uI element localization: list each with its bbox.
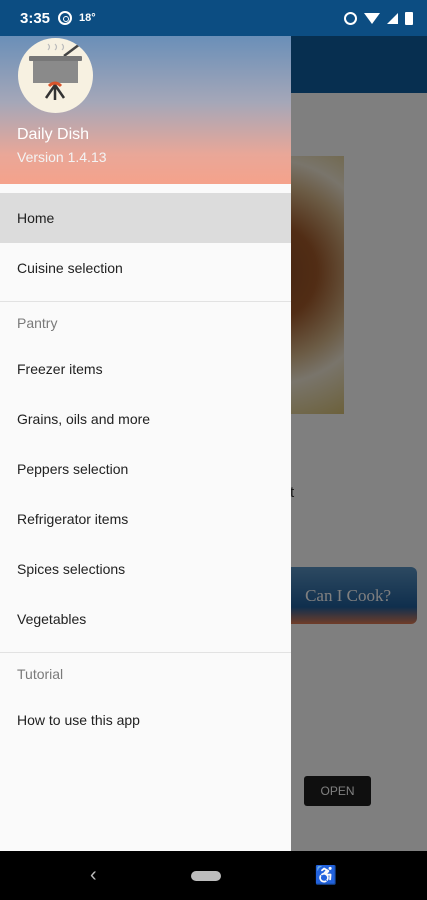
drawer-menu: Home Cuisine selection Pantry Freezer it… — [0, 193, 291, 745]
wifi-icon — [364, 12, 380, 24]
menu-item-freezer-items[interactable]: Freezer items — [0, 344, 291, 394]
status-time: 3:35 — [20, 9, 51, 27]
menu-item-how-to-use[interactable]: How to use this app — [0, 695, 291, 745]
whatsapp-icon — [58, 11, 73, 25]
home-pill-icon[interactable] — [190, 870, 221, 881]
back-icon[interactable]: ‹ — [90, 864, 97, 887]
battery-icon — [405, 11, 413, 25]
menu-item-spices-selections[interactable]: Spices selections — [0, 544, 291, 594]
menu-item-home[interactable]: Home — [0, 193, 291, 243]
cooking-pot-icon — [18, 38, 93, 113]
navigation-drawer: Daily Dish Version 1.4.13 Home Cuisine s… — [0, 36, 291, 851]
menu-item-cuisine-selection[interactable]: Cuisine selection — [0, 243, 291, 293]
status-temperature: 18° — [79, 12, 96, 24]
drawer-version: Version 1.4.13 — [17, 149, 107, 165]
menu-item-peppers-selection[interactable]: Peppers selection — [0, 444, 291, 494]
menu-item-refrigerator-items[interactable]: Refrigerator items — [0, 494, 291, 544]
section-title-pantry: Pantry — [17, 315, 58, 331]
section-title-tutorial: Tutorial — [17, 666, 64, 682]
status-icons — [344, 11, 413, 25]
system-nav-bar: ‹ ♿ — [0, 851, 427, 900]
status-bar: 3:35 18° — [0, 0, 427, 36]
drawer-app-name: Daily Dish — [17, 126, 90, 143]
signal-icon — [387, 12, 398, 24]
menu-item-grains-oils[interactable]: Grains, oils and more — [0, 394, 291, 444]
accessibility-icon[interactable]: ♿ — [315, 865, 337, 886]
drawer-header: Daily Dish Version 1.4.13 — [0, 36, 291, 184]
menu-item-vegetables[interactable]: Vegetables — [0, 594, 291, 644]
alarm-icon — [344, 11, 357, 25]
